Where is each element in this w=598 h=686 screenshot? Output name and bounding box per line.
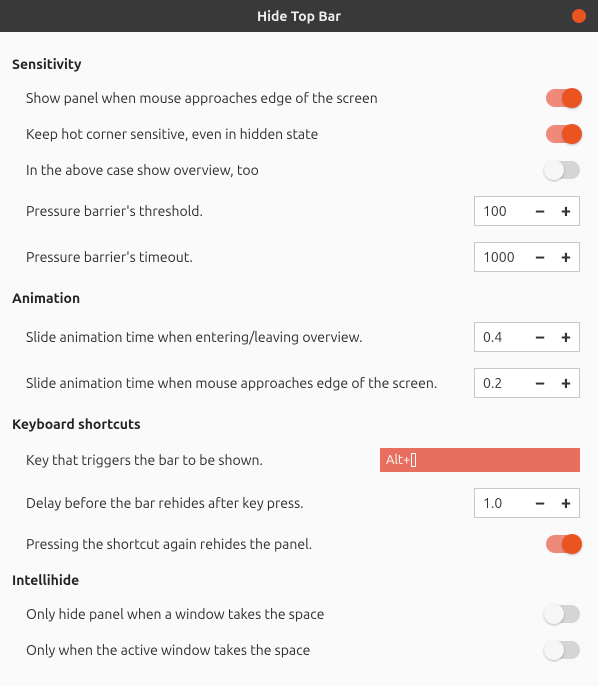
increment-slide-time-overview[interactable]: + [553, 323, 579, 351]
input-pressure-threshold[interactable] [475, 197, 527, 225]
toggle-toggle-rehide[interactable] [546, 535, 580, 553]
decrement-pressure-threshold[interactable]: − [527, 197, 553, 225]
label-trigger-key: Key that triggers the bar to be shown. [26, 452, 370, 468]
row-show-overview-too: In the above case show overview, too [12, 152, 580, 188]
spin-pressure-timeout: − + [474, 242, 580, 272]
window-close-button[interactable] [572, 9, 586, 23]
increment-pressure-timeout[interactable]: + [553, 243, 579, 271]
titlebar: Hide Top Bar [0, 0, 598, 32]
label-show-panel-mouse-edge: Show panel when mouse approaches edge of… [26, 90, 536, 106]
decrement-slide-time-overview[interactable]: − [527, 323, 553, 351]
row-toggle-rehide: Pressing the shortcut again rehides the … [12, 526, 580, 562]
toggle-only-active-window[interactable] [546, 641, 580, 659]
increment-rehide-delay[interactable]: + [553, 489, 579, 517]
window-title: Hide Top Bar [257, 8, 341, 24]
increment-slide-time-mouse[interactable]: + [553, 369, 579, 397]
label-pressure-timeout: Pressure barrier's timeout. [26, 249, 464, 265]
increment-pressure-threshold[interactable]: + [553, 197, 579, 225]
input-slide-time-mouse[interactable] [475, 369, 527, 397]
row-pressure-threshold: Pressure barrier's threshold. − + [12, 188, 580, 234]
label-hot-corner-sensitive: Keep hot corner sensitive, even in hidde… [26, 126, 536, 142]
spin-slide-time-mouse: − + [474, 368, 580, 398]
label-toggle-rehide: Pressing the shortcut again rehides the … [26, 536, 536, 552]
spin-rehide-delay: − + [474, 488, 580, 518]
row-hot-corner-sensitive: Keep hot corner sensitive, even in hidde… [12, 116, 580, 152]
section-animation-title: Animation [12, 280, 580, 314]
content-area: Sensitivity Show panel when mouse approa… [0, 32, 598, 686]
label-pressure-threshold: Pressure barrier's threshold. [26, 203, 464, 219]
input-rehide-delay[interactable] [475, 489, 527, 517]
decrement-slide-time-mouse[interactable]: − [527, 369, 553, 397]
label-only-when-window: Only hide panel when a window takes the … [26, 606, 536, 622]
section-sensitivity-title: Sensitivity [12, 46, 580, 80]
toggle-show-panel-mouse-edge[interactable] [546, 89, 580, 107]
spin-pressure-threshold: − + [474, 196, 580, 226]
input-slide-time-overview[interactable] [475, 323, 527, 351]
decrement-pressure-timeout[interactable]: − [527, 243, 553, 271]
label-rehide-delay: Delay before the bar rehides after key p… [26, 495, 464, 511]
row-trigger-key: Key that triggers the bar to be shown. A… [12, 440, 580, 480]
text-cursor [411, 453, 416, 467]
section-keyboard-title: Keyboard shortcuts [12, 406, 580, 440]
row-show-panel-mouse-edge: Show panel when mouse approaches edge of… [12, 80, 580, 116]
input-pressure-timeout[interactable] [475, 243, 527, 271]
row-slide-time-mouse: Slide animation time when mouse approach… [12, 360, 580, 406]
label-slide-time-overview: Slide animation time when entering/leavi… [26, 329, 464, 345]
row-only-active-window: Only when the active window takes the sp… [12, 632, 580, 668]
section-intellihide-title: Intellihide [12, 562, 580, 596]
decrement-rehide-delay[interactable]: − [527, 489, 553, 517]
label-show-overview-too: In the above case show overview, too [26, 162, 536, 178]
toggle-show-overview-too[interactable] [546, 161, 580, 179]
keycapture-value: Alt+ [386, 453, 410, 467]
row-only-when-window: Only hide panel when a window takes the … [12, 596, 580, 632]
row-slide-time-overview: Slide animation time when entering/leavi… [12, 314, 580, 360]
toggle-only-when-window[interactable] [546, 605, 580, 623]
row-pressure-timeout: Pressure barrier's timeout. − + [12, 234, 580, 280]
toggle-hot-corner-sensitive[interactable] [546, 125, 580, 143]
label-slide-time-mouse: Slide animation time when mouse approach… [26, 375, 464, 391]
label-only-active-window: Only when the active window takes the sp… [26, 642, 536, 658]
keycapture-trigger-key[interactable]: Alt+ [380, 448, 580, 472]
row-rehide-delay: Delay before the bar rehides after key p… [12, 480, 580, 526]
spin-slide-time-overview: − + [474, 322, 580, 352]
